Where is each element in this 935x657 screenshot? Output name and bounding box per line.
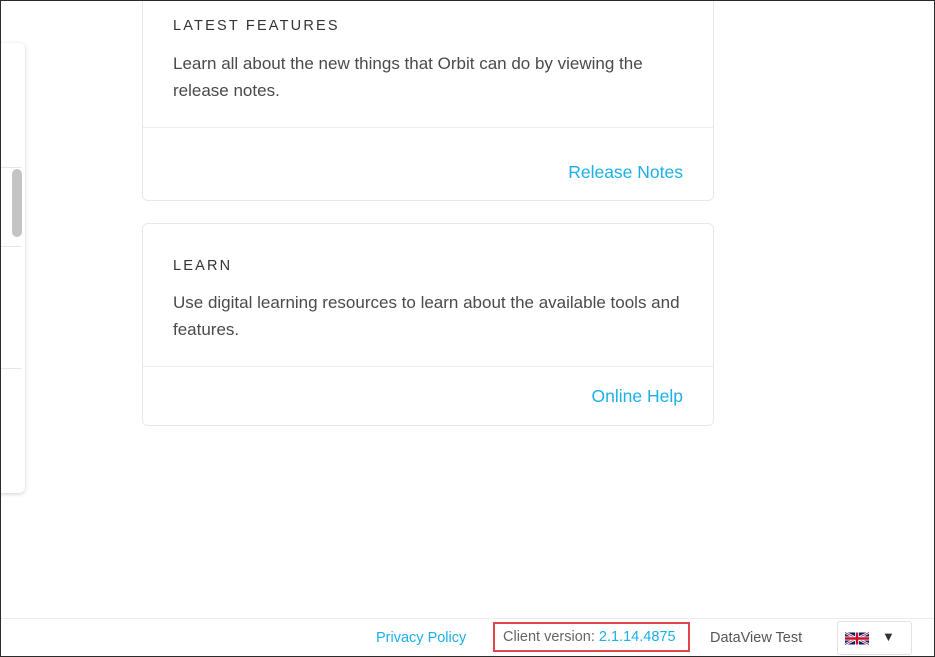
app-window: LATEST FEATURES Learn all about the new …	[0, 0, 935, 657]
latest-features-card: LATEST FEATURES Learn all about the new …	[142, 1, 714, 201]
site-name: DataView Test	[710, 630, 803, 646]
language-selector[interactable]: ▼	[837, 621, 912, 655]
card-description: Use digital learning resources to learn …	[173, 293, 680, 339]
card-title: LATEST FEATURES	[173, 18, 340, 34]
learn-card: LEARN Use digital learning resources to …	[142, 223, 714, 426]
uk-flag-icon	[845, 631, 869, 646]
card-title: LEARN	[173, 258, 233, 274]
footer: Privacy Policy Client version: 2.1.14.48…	[1, 618, 934, 656]
caret-down-icon: ▼	[882, 629, 895, 644]
side-divider	[1, 368, 21, 369]
card-divider	[143, 127, 713, 128]
card-divider	[143, 366, 713, 367]
privacy-policy-link[interactable]: Privacy Policy	[376, 630, 466, 646]
client-version-label: Client version:	[503, 629, 595, 645]
side-divider	[1, 167, 21, 168]
side-panel	[1, 43, 25, 493]
scrollbar-thumb[interactable]	[12, 169, 22, 237]
client-version: Client version: 2.1.14.4875	[493, 622, 690, 652]
side-divider	[1, 246, 21, 247]
online-help-link[interactable]: Online Help	[592, 386, 683, 407]
client-version-value: 2.1.14.4875	[598, 629, 676, 645]
card-description: Learn all about the new things that Orbi…	[173, 54, 643, 100]
release-notes-link[interactable]: Release Notes	[568, 162, 683, 183]
